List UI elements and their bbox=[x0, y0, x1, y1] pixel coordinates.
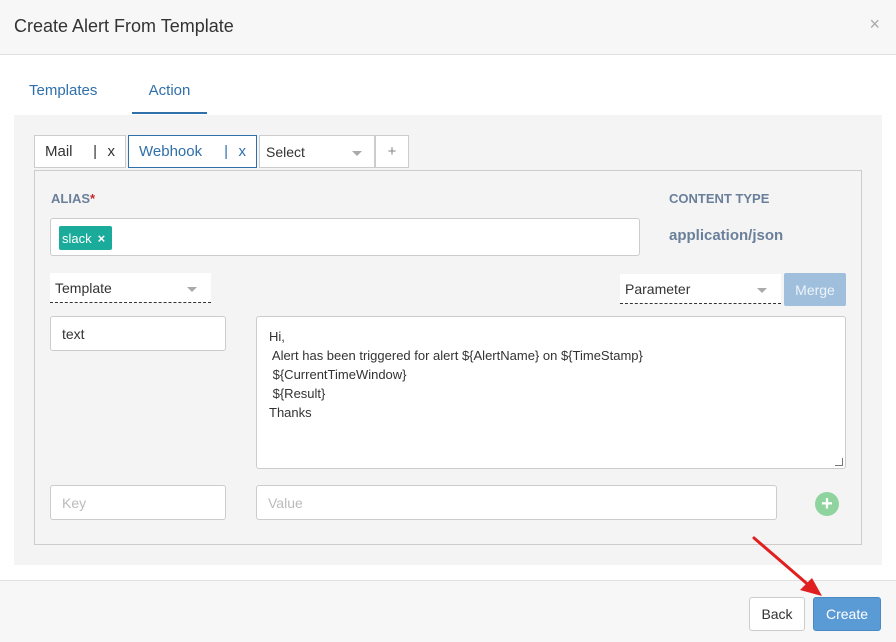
new-key-input[interactable]: Key bbox=[50, 485, 226, 520]
chevron-down-icon bbox=[187, 287, 197, 292]
alias-label: ALIAS* bbox=[51, 191, 96, 206]
dialog-header: Create Alert From Template × bbox=[0, 0, 896, 55]
select-label: Select bbox=[266, 143, 305, 160]
merge-button[interactable]: Merge bbox=[784, 273, 846, 306]
parameter-dropdown[interactable]: Parameter bbox=[620, 274, 781, 304]
action-chip-webhook[interactable]: Webhook | x bbox=[128, 135, 257, 168]
action-chip-label: Webhook bbox=[139, 143, 203, 160]
action-panel: Mail | x Webhook | x Select + ALIAS* sla… bbox=[14, 115, 882, 565]
annotation-arrow-icon bbox=[752, 536, 822, 596]
alias-tag-slack: slack × bbox=[59, 226, 113, 250]
action-chip-mail[interactable]: Mail | x bbox=[34, 135, 126, 168]
content-type-label: CONTENT TYPE bbox=[669, 191, 770, 206]
parameter-dropdown-value: Parameter bbox=[625, 281, 691, 297]
chevron-down-icon bbox=[757, 288, 767, 293]
add-parameter-icon[interactable]: + bbox=[815, 492, 839, 516]
dialog-title: Create Alert From Template bbox=[14, 16, 234, 36]
template-dropdown[interactable]: Template bbox=[50, 273, 211, 303]
add-action-button[interactable]: + bbox=[375, 135, 409, 168]
body-textarea[interactable]: Hi, Alert has been triggered for alert $… bbox=[256, 316, 846, 469]
create-button[interactable]: Create bbox=[813, 597, 881, 631]
chip-separator: | bbox=[224, 143, 228, 160]
tab-templates[interactable]: Templates bbox=[29, 82, 97, 99]
resize-handle[interactable] bbox=[835, 458, 843, 466]
close-icon[interactable]: × bbox=[869, 14, 880, 35]
key-field[interactable]: text bbox=[50, 316, 226, 351]
content-type-value: application/json bbox=[669, 227, 784, 244]
remove-tag-icon[interactable]: × bbox=[98, 231, 106, 246]
remove-webhook-icon[interactable]: x bbox=[239, 143, 247, 160]
remove-mail-icon[interactable]: x bbox=[108, 143, 116, 160]
template-dropdown-value: Template bbox=[55, 280, 112, 296]
required-mark: * bbox=[90, 191, 96, 206]
new-value-input[interactable]: Value bbox=[256, 485, 777, 520]
action-chip-label: Mail bbox=[45, 143, 73, 160]
tab-action[interactable]: Action bbox=[132, 82, 207, 114]
chevron-down-icon bbox=[352, 151, 362, 156]
alias-tag-label: slack bbox=[62, 230, 92, 246]
body-text: Hi, Alert has been triggered for alert $… bbox=[269, 329, 643, 420]
back-button[interactable]: Back bbox=[749, 597, 805, 631]
webhook-form: ALIAS* slack × CONTENT TYPE application/… bbox=[34, 170, 862, 545]
alias-input[interactable]: slack × bbox=[50, 218, 640, 256]
chip-separator: | bbox=[93, 143, 97, 160]
action-type-select[interactable]: Select bbox=[259, 135, 375, 168]
